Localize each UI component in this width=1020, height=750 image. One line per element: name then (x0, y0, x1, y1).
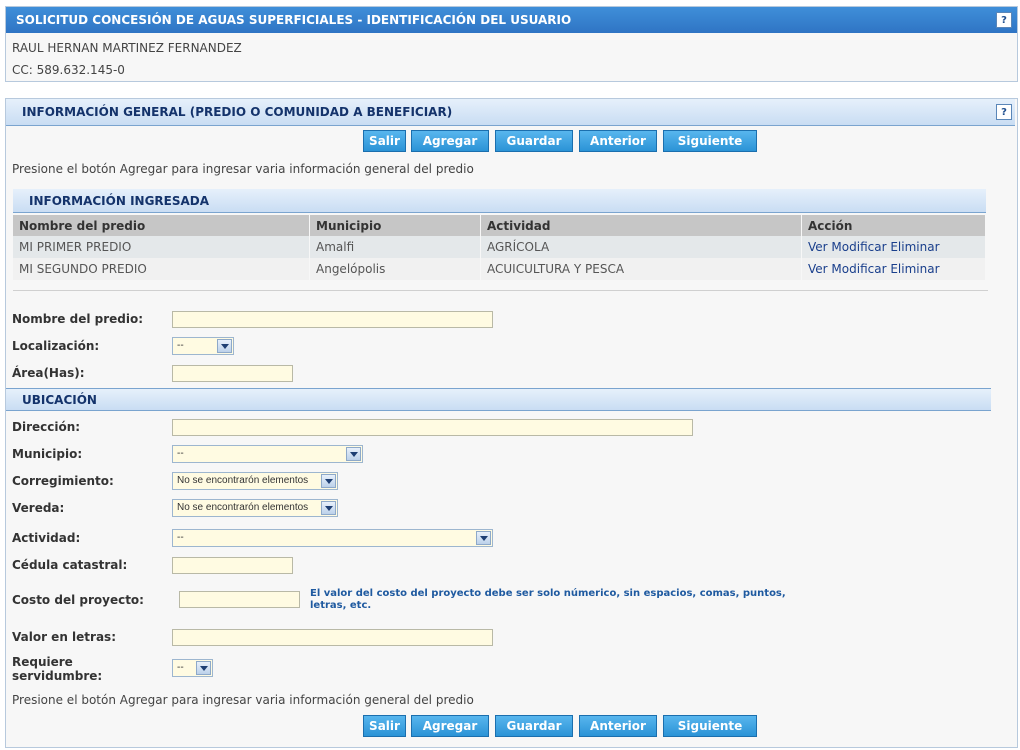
corregimiento-select-value: No se encontrarón elementos (177, 475, 309, 486)
easement-select-value: -- (177, 662, 184, 673)
vereda-select-value: No se encontrarón elementos (177, 502, 309, 513)
cell-municipality: Amalfi (309, 236, 481, 258)
exit-button-bottom[interactable]: Salir (363, 715, 406, 737)
easement-label: Requiere servidumbre: (12, 655, 102, 683)
property-name-input[interactable] (172, 311, 493, 328)
location-select[interactable]: -- (172, 337, 234, 355)
chevron-down-icon (321, 501, 336, 515)
instruction-text-bottom: Presione el botón Agregar para ingresar … (12, 693, 474, 707)
project-cost-input[interactable] (179, 591, 300, 608)
cadastral-label: Cédula catastral: (12, 558, 128, 572)
save-button[interactable]: Guardar (495, 130, 573, 152)
chevron-down-icon (196, 661, 211, 675)
cell-municipality: Angelópolis (309, 258, 481, 280)
municipality-label: Municipio: (12, 447, 83, 461)
user-name: RAUL HERNAN MARTINEZ FERNANDEZ (12, 41, 242, 55)
next-button-bottom[interactable]: Siguiente (663, 715, 757, 737)
project-cost-label: Costo del proyecto: (12, 593, 144, 607)
location-section-title: UBICACIÓN (22, 393, 97, 407)
cell-actions: Ver Modificar Eliminar (801, 236, 986, 258)
view-link[interactable]: Ver (808, 262, 828, 276)
previous-button-bottom[interactable]: Anterior (579, 715, 657, 737)
project-cost-hint: El valor del costo del proyecto debe ser… (310, 588, 786, 611)
cell-property-name: MI SEGUNDO PREDIO (13, 258, 310, 280)
cell-activity: AGRÍCOLA (480, 236, 802, 258)
previous-button[interactable]: Anterior (579, 130, 657, 152)
general-info-title: INFORMACIÓN GENERAL (PREDIO O COMUNIDAD … (22, 105, 453, 119)
corregimiento-label: Corregimiento: (12, 474, 114, 488)
user-panel-header: SOLICITUD CONCESIÓN DE AGUAS SUPERFICIAL… (6, 7, 1017, 33)
column-header-property: Nombre del predio (13, 215, 310, 236)
table-header-row: Nombre del predio Municipio Actividad Ac… (13, 215, 986, 236)
corregimiento-select[interactable]: No se encontrarón elementos (172, 472, 338, 490)
delete-link[interactable]: Eliminar (890, 262, 939, 276)
user-id: CC: 589.632.145-0 (12, 63, 125, 77)
cell-activity: ACUICULTURA Y PESCA (480, 258, 802, 280)
exit-button[interactable]: Salir (363, 130, 406, 152)
user-panel-title: SOLICITUD CONCESIÓN DE AGUAS SUPERFICIAL… (16, 13, 572, 27)
entered-info-title: INFORMACIÓN INGRESADA (29, 194, 210, 208)
chevron-down-icon (346, 447, 361, 461)
location-section-header: UBICACIÓN (6, 388, 991, 411)
address-input[interactable] (172, 419, 693, 436)
municipality-select-value: -- (177, 448, 184, 459)
area-input[interactable] (172, 365, 293, 382)
help-icon[interactable]: ? (996, 12, 1012, 28)
modify-link[interactable]: Modificar (831, 240, 886, 254)
table-row: MI SEGUNDO PREDIO Angelópolis ACUICULTUR… (13, 258, 986, 280)
chevron-down-icon (217, 339, 232, 353)
value-in-words-input[interactable] (172, 629, 493, 646)
column-header-municipality: Municipio (309, 215, 481, 236)
chevron-down-icon (321, 474, 336, 488)
next-button[interactable]: Siguiente (663, 130, 757, 152)
modify-link[interactable]: Modificar (831, 262, 886, 276)
delete-link[interactable]: Eliminar (890, 240, 939, 254)
entered-info-header: INFORMACIÓN INGRESADA (13, 189, 986, 213)
easement-label-line2: servidumbre: (12, 669, 103, 683)
activity-select[interactable]: -- (172, 529, 493, 547)
vereda-label: Vereda: (12, 501, 65, 515)
area-label: Área(Has): (12, 366, 85, 380)
municipality-select[interactable]: -- (172, 445, 363, 463)
location-select-value: -- (177, 340, 184, 351)
divider (13, 290, 988, 291)
user-identification-panel: SOLICITUD CONCESIÓN DE AGUAS SUPERFICIAL… (5, 6, 1018, 82)
easement-select[interactable]: -- (172, 659, 213, 677)
activity-select-value: -- (177, 532, 184, 543)
easement-label-line1: Requiere (12, 655, 73, 669)
add-button[interactable]: Agregar (411, 130, 489, 152)
save-button-bottom[interactable]: Guardar (495, 715, 573, 737)
cell-property-name: MI PRIMER PREDIO (13, 236, 310, 258)
column-header-action: Acción (801, 215, 986, 236)
cell-actions: Ver Modificar Eliminar (801, 258, 986, 280)
instruction-text: Presione el botón Agregar para ingresar … (12, 162, 474, 176)
entered-info-table: Nombre del predio Municipio Actividad Ac… (13, 215, 986, 280)
value-in-words-label: Valor en letras: (12, 630, 116, 644)
general-info-header: INFORMACIÓN GENERAL (PREDIO O COMUNIDAD … (6, 99, 1015, 126)
vereda-select[interactable]: No se encontrarón elementos (172, 499, 338, 517)
property-name-label: Nombre del predio: (12, 312, 144, 326)
address-label: Dirección: (12, 420, 81, 434)
activity-label: Actividad: (12, 531, 81, 545)
chevron-down-icon (476, 531, 491, 545)
add-button-bottom[interactable]: Agregar (411, 715, 489, 737)
view-link[interactable]: Ver (808, 240, 828, 254)
table-row: MI PRIMER PREDIO Amalfi AGRÍCOLA Ver Mod… (13, 236, 986, 258)
location-label: Localización: (12, 339, 100, 353)
help-icon[interactable]: ? (996, 104, 1012, 120)
cadastral-input[interactable] (172, 557, 293, 574)
column-header-activity: Actividad (480, 215, 802, 236)
